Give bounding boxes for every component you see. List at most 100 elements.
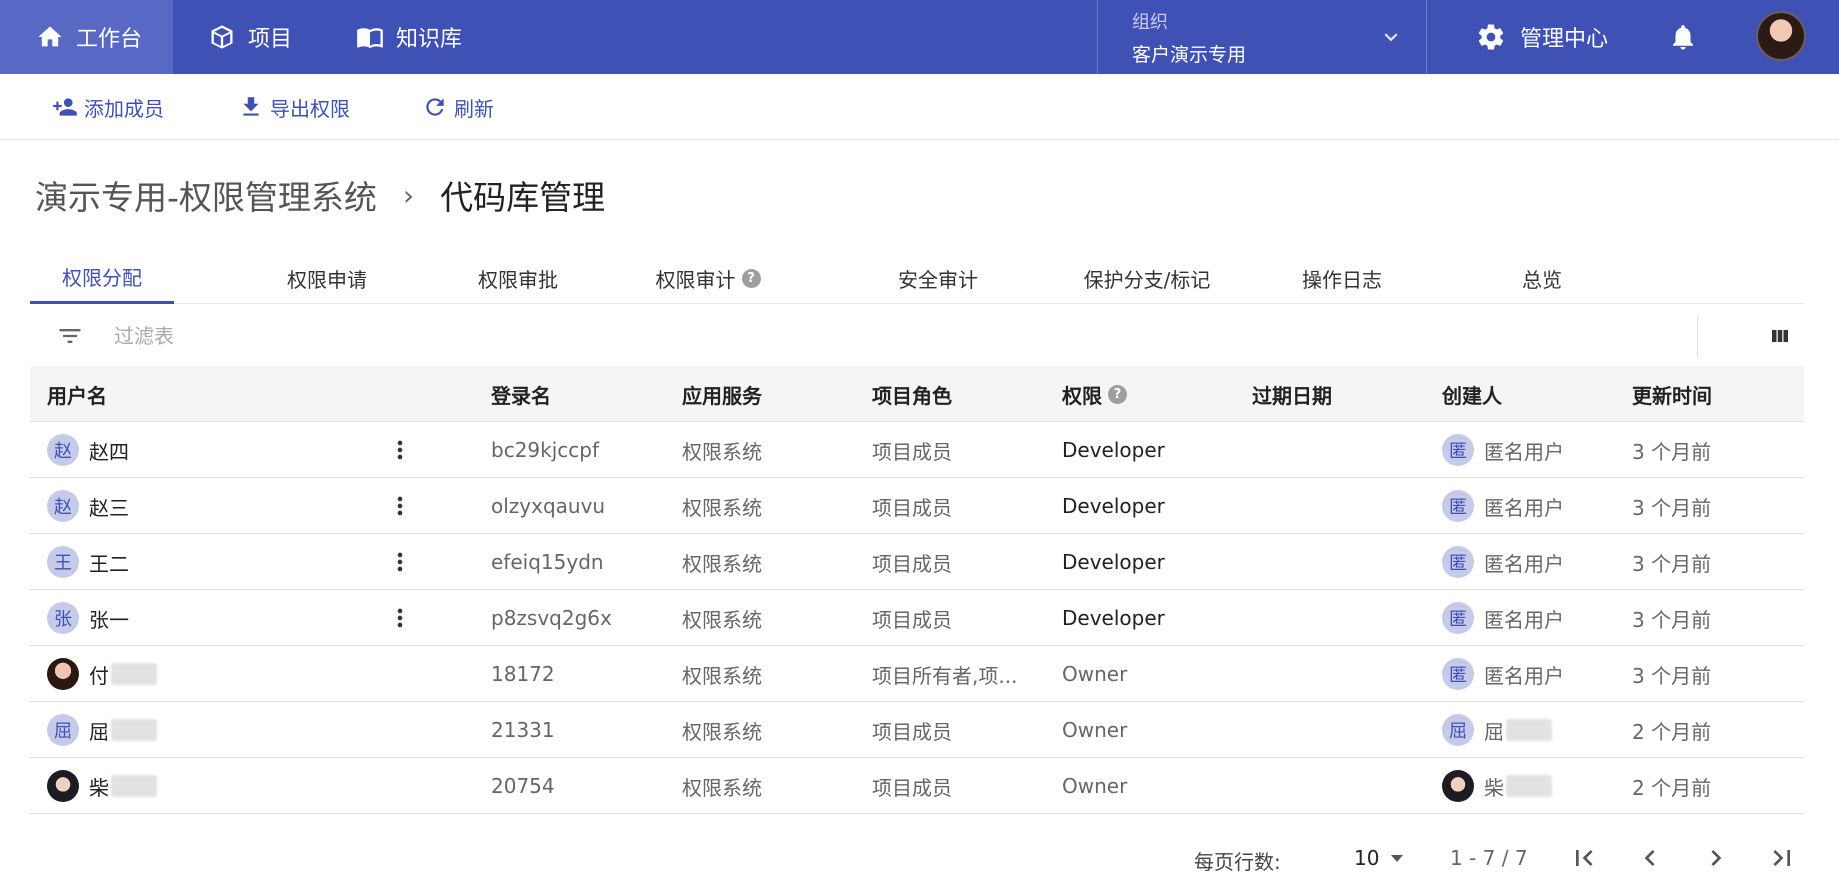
add-member-button[interactable]: 添加成员 bbox=[52, 74, 164, 140]
column-header-role[interactable]: 项目角色 bbox=[872, 366, 952, 422]
cell-creator: 柴 bbox=[1442, 758, 1552, 814]
breadcrumb-parent[interactable]: 演示专用-权限管理系统 bbox=[35, 171, 377, 219]
cell-username: 屈屈 bbox=[47, 702, 157, 758]
column-header-label: 权限 bbox=[1062, 383, 1102, 408]
column-header-service[interactable]: 应用服务 bbox=[682, 366, 762, 422]
tab-bar: 权限分配 权限申请 权限审批 权限审计 ? 安全审计 保护分支/标记 操作日志 … bbox=[30, 252, 1804, 304]
admin-center-button[interactable]: 管理中心 bbox=[1476, 0, 1608, 74]
more-vert-icon[interactable] bbox=[386, 492, 414, 520]
creator-text: 屈 bbox=[1484, 719, 1504, 744]
notification-bell-icon[interactable] bbox=[1668, 22, 1698, 52]
cell-updated: 2 个月前 bbox=[1632, 719, 1712, 744]
nav-item-projects[interactable]: 项目 bbox=[208, 0, 292, 74]
organization-selector[interactable]: 组织 客户演示专用 bbox=[1097, 0, 1427, 74]
user-avatar: 王 bbox=[47, 546, 79, 578]
tab-permission-audit[interactable]: 权限审计 ? bbox=[636, 252, 780, 304]
chevron-right-icon bbox=[1711, 850, 1722, 866]
tab-protected-branches[interactable]: 保护分支/标记 bbox=[1052, 252, 1242, 304]
tab-operation-log[interactable]: 操作日志 bbox=[1270, 252, 1414, 304]
username-text: 赵四 bbox=[89, 439, 129, 464]
filter-input[interactable] bbox=[112, 318, 1612, 354]
creator-text: 柴 bbox=[1484, 775, 1504, 800]
nav-item-label: 知识库 bbox=[396, 27, 463, 52]
nav-item-label: 工作台 bbox=[76, 27, 143, 52]
table-row[interactable]: 柴 20754 权限系统 项目成员 Owner 柴 2 个月前 bbox=[30, 758, 1804, 814]
table-row[interactable]: 王王二 efeiq15ydn 权限系统 项目成员 Developer 匿匿名用户 3 个月前 bbox=[30, 534, 1804, 590]
cell-service: 权限系统 bbox=[682, 775, 762, 800]
view-columns-icon[interactable] bbox=[1768, 324, 1792, 348]
user-avatar: 屈 bbox=[47, 714, 79, 746]
table-row[interactable]: 赵赵四 bc29kjccpf 权限系统 项目成员 Developer 匿匿名用户 3 个月前 bbox=[30, 422, 1804, 478]
export-permissions-button[interactable]: 导出权限 bbox=[238, 74, 350, 140]
page-range: 1 - 7 / 7 bbox=[1450, 846, 1528, 870]
cell-role: 项目成员 bbox=[872, 775, 952, 800]
column-header-updated[interactable]: 更新时间 bbox=[1632, 366, 1712, 422]
help-icon[interactable]: ? bbox=[1108, 384, 1127, 404]
cell-updated: 3 个月前 bbox=[1632, 663, 1712, 688]
cell-permission: Developer bbox=[1062, 550, 1165, 574]
more-vert-icon[interactable] bbox=[386, 548, 414, 576]
book-icon bbox=[356, 23, 384, 51]
creator-avatar bbox=[1442, 770, 1474, 802]
column-header-permission[interactable]: 权限 ? bbox=[1062, 366, 1127, 422]
cell-creator: 匿匿名用户 bbox=[1442, 646, 1564, 702]
next-page-button[interactable] bbox=[1700, 842, 1732, 874]
table-row[interactable]: 付 18172 权限系统 项目所有者,项... Owner 匿匿名用户 3 个月前 bbox=[30, 646, 1804, 702]
creator-avatar: 匿 bbox=[1442, 658, 1474, 690]
add-member-label: 添加成员 bbox=[84, 96, 164, 121]
first-page-button[interactable] bbox=[1568, 842, 1600, 874]
cell-username: 赵赵三 bbox=[47, 478, 129, 534]
cell-login: olzyxqauvu bbox=[491, 494, 606, 518]
divider bbox=[1697, 316, 1698, 358]
column-header-login[interactable]: 登录名 bbox=[491, 366, 551, 422]
user-avatar[interactable] bbox=[1756, 11, 1806, 61]
cell-login: bc29kjccpf bbox=[491, 438, 600, 462]
cell-username: 柴 bbox=[47, 758, 157, 814]
cell-login: efeiq15ydn bbox=[491, 550, 604, 574]
cell-service: 权限系统 bbox=[682, 495, 762, 520]
username-text: 柴 bbox=[89, 775, 109, 800]
breadcrumb-separator-icon: › bbox=[402, 178, 415, 212]
creator-text: 匿名用户 bbox=[1484, 551, 1564, 576]
cell-service: 权限系统 bbox=[682, 551, 762, 576]
cell-role: 项目成员 bbox=[872, 719, 952, 744]
filter-icon[interactable] bbox=[56, 322, 84, 350]
more-vert-icon[interactable] bbox=[386, 436, 414, 464]
cell-updated: 3 个月前 bbox=[1632, 551, 1712, 576]
column-header-expiry[interactable]: 过期日期 bbox=[1252, 366, 1332, 422]
cell-role: 项目成员 bbox=[872, 439, 952, 464]
refresh-label: 刷新 bbox=[454, 96, 494, 121]
cell-updated: 2 个月前 bbox=[1632, 775, 1712, 800]
column-header-username[interactable]: 用户名 bbox=[47, 366, 107, 422]
rows-per-page-select[interactable]: 10 bbox=[1354, 846, 1404, 870]
tab-permission-request[interactable]: 权限申请 bbox=[255, 252, 399, 304]
add-person-icon bbox=[53, 98, 77, 116]
home-icon bbox=[36, 23, 64, 51]
tab-security-audit[interactable]: 安全审计 bbox=[866, 252, 1010, 304]
cell-updated: 3 个月前 bbox=[1632, 495, 1712, 520]
cell-permission: Owner bbox=[1062, 718, 1128, 742]
last-page-button[interactable] bbox=[1766, 842, 1798, 874]
tab-permission-approval[interactable]: 权限审批 bbox=[446, 252, 590, 304]
tab-overview[interactable]: 总览 bbox=[1470, 252, 1614, 304]
refresh-icon bbox=[426, 98, 444, 116]
table-row[interactable]: 赵赵三 olzyxqauvu 权限系统 项目成员 Developer 匿匿名用户 3 个月前 bbox=[30, 478, 1804, 534]
nav-item-knowledge-base[interactable]: 知识库 bbox=[356, 0, 462, 74]
table-row[interactable]: 张张一 p8zsvq2g6x 权限系统 项目成员 Developer 匿匿名用户 3 个月前 bbox=[30, 590, 1804, 646]
creator-avatar: 屈 bbox=[1442, 714, 1474, 746]
breadcrumb: 演示专用-权限管理系统 › 代码库管理 bbox=[35, 170, 605, 220]
cell-username: 王王二 bbox=[47, 534, 129, 590]
cell-permission: Developer bbox=[1062, 438, 1165, 462]
table-row[interactable]: 屈屈 21331 权限系统 项目成员 Owner 屈屈 2 个月前 bbox=[30, 702, 1804, 758]
creator-avatar: 匿 bbox=[1442, 490, 1474, 522]
refresh-button[interactable]: 刷新 bbox=[422, 74, 494, 140]
rows-per-page-value: 10 bbox=[1354, 846, 1380, 870]
creator-avatar: 匿 bbox=[1442, 434, 1474, 466]
nav-item-workbench[interactable]: 工作台 bbox=[0, 0, 173, 74]
previous-page-button[interactable] bbox=[1634, 842, 1666, 874]
more-vert-icon[interactable] bbox=[386, 604, 414, 632]
help-icon[interactable]: ? bbox=[741, 268, 761, 288]
tab-permission-assignment[interactable]: 权限分配 bbox=[30, 252, 174, 304]
column-header-creator[interactable]: 创建人 bbox=[1442, 366, 1502, 422]
cell-permission: Developer bbox=[1062, 606, 1165, 630]
